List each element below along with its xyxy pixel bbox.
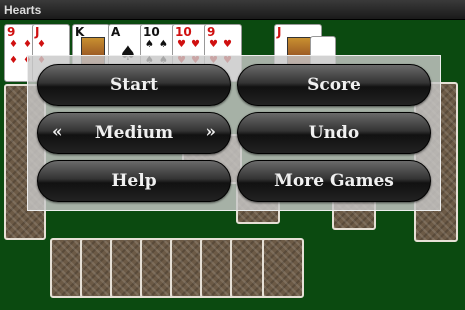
card-suit: ♠ [145,39,154,50]
help-button[interactable]: Help [37,160,231,202]
difficulty-selector[interactable]: « Medium » [37,112,231,154]
start-button[interactable]: Start [37,64,231,106]
more-games-button[interactable]: More Games [237,160,431,202]
difficulty-label: Medium [94,123,174,143]
card-rank: 9 [207,25,216,39]
card-rank: 9 [7,25,16,39]
help-label: Help [111,171,157,191]
next-difficulty-arrow[interactable]: » [205,122,216,142]
undo-button[interactable]: Undo [237,112,431,154]
card-suit: ♦ [9,55,18,66]
undo-label: Undo [308,123,360,143]
start-label: Start [110,75,158,95]
prev-difficulty-arrow[interactable]: « [52,122,63,142]
card-suit: ♦ [37,39,46,50]
card-suit: ♦ [23,39,32,50]
card-rank: J [277,25,282,39]
card-suit: ♥ [209,39,218,50]
score-label: Score [307,75,361,95]
more-games-label: More Games [274,171,394,191]
card-back [262,238,304,298]
card-suit: ♥ [191,39,200,50]
game-menu: Start Score « Medium » Undo Help More Ga… [27,55,441,211]
card-suit: ♦ [9,39,18,50]
score-button[interactable]: Score [237,64,431,106]
window-title: Hearts [0,0,465,20]
card-rank: 10 [175,25,192,39]
card-rank: J [35,25,40,39]
card-suit: ♥ [223,39,232,50]
card-rank: A [111,25,121,39]
card-suit: ♠ [159,39,168,50]
card-suit: ♥ [177,39,186,50]
card-rank: 10 [143,25,160,39]
